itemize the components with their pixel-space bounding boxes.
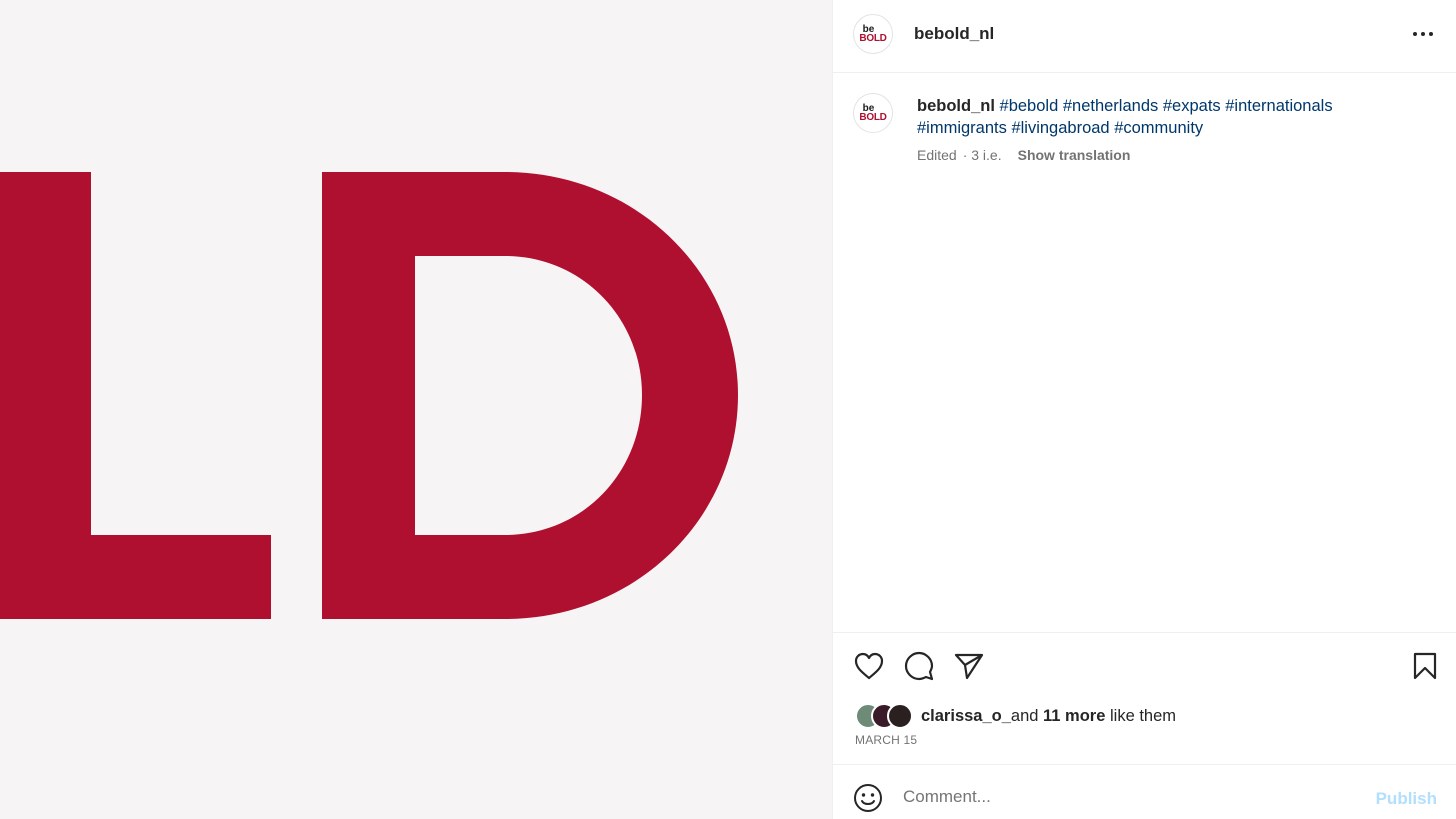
publish-button[interactable]: Publish	[1376, 789, 1437, 809]
avatar-text-bottom: BOLD	[859, 111, 887, 123]
hashtag-link[interactable]: #livingabroad	[1011, 119, 1109, 137]
caption-username[interactable]: bebold_nl	[917, 97, 995, 115]
post-header: be BOLD bebold_nl	[833, 0, 1456, 73]
post-actions: clarissa_o_and 11 more like them MARCH 1…	[833, 632, 1456, 764]
post-date: MARCH 15	[855, 733, 918, 747]
letter-d-shape	[322, 172, 738, 619]
hashtag-link[interactable]: #immigrants	[917, 119, 1007, 137]
post-age: · 3 i.e.	[962, 147, 1002, 163]
bookmark-icon[interactable]	[1409, 650, 1441, 682]
hashtag-link[interactable]: #netherlands	[1063, 97, 1158, 115]
likes-more[interactable]: 11 more	[1043, 707, 1105, 725]
edited-label: Edited	[917, 147, 957, 163]
heart-icon[interactable]	[853, 650, 885, 682]
caption-avatar[interactable]: be BOLD	[853, 93, 893, 133]
profile-avatar[interactable]: be BOLD	[853, 14, 893, 54]
more-options-icon[interactable]	[1411, 22, 1435, 46]
hashtag-link[interactable]: #expats	[1163, 97, 1221, 115]
caption-text: bebold_nl #bebold #netherlands #expats #…	[917, 95, 1387, 139]
comment-input[interactable]	[903, 787, 1343, 807]
smiley-icon[interactable]	[852, 782, 884, 814]
liker-username[interactable]: clarissa_o_	[921, 707, 1011, 725]
post-image-graphic	[0, 172, 738, 619]
likes-suffix: like them	[1110, 706, 1177, 725]
hashtag-link[interactable]: #internationals	[1225, 97, 1332, 115]
letter-l-shape	[0, 172, 271, 619]
show-translation-link[interactable]: Show translation	[1018, 147, 1131, 163]
avatar-text-bottom: BOLD	[859, 32, 887, 44]
hashtag-link[interactable]: #bebold	[1000, 97, 1059, 115]
caption-meta: Edited · 3 i.e. Show translation	[917, 147, 1130, 163]
comment-icon[interactable]	[903, 650, 935, 682]
post-image[interactable]	[0, 0, 832, 819]
comment-bar: Publish	[833, 764, 1456, 819]
likes-summary: clarissa_o_and 11 more like them	[855, 703, 1176, 729]
hashtag-link[interactable]: #community	[1114, 119, 1203, 137]
header-username[interactable]: bebold_nl	[914, 24, 994, 44]
likes-and: and	[1010, 706, 1039, 725]
post-sidebar: be BOLD bebold_nl be BOLD bebold_nl #beb…	[832, 0, 1456, 819]
likes-text[interactable]: clarissa_o_and 11 more like them	[921, 707, 1176, 726]
send-icon[interactable]	[953, 650, 985, 682]
liker-avatar[interactable]	[887, 703, 913, 729]
